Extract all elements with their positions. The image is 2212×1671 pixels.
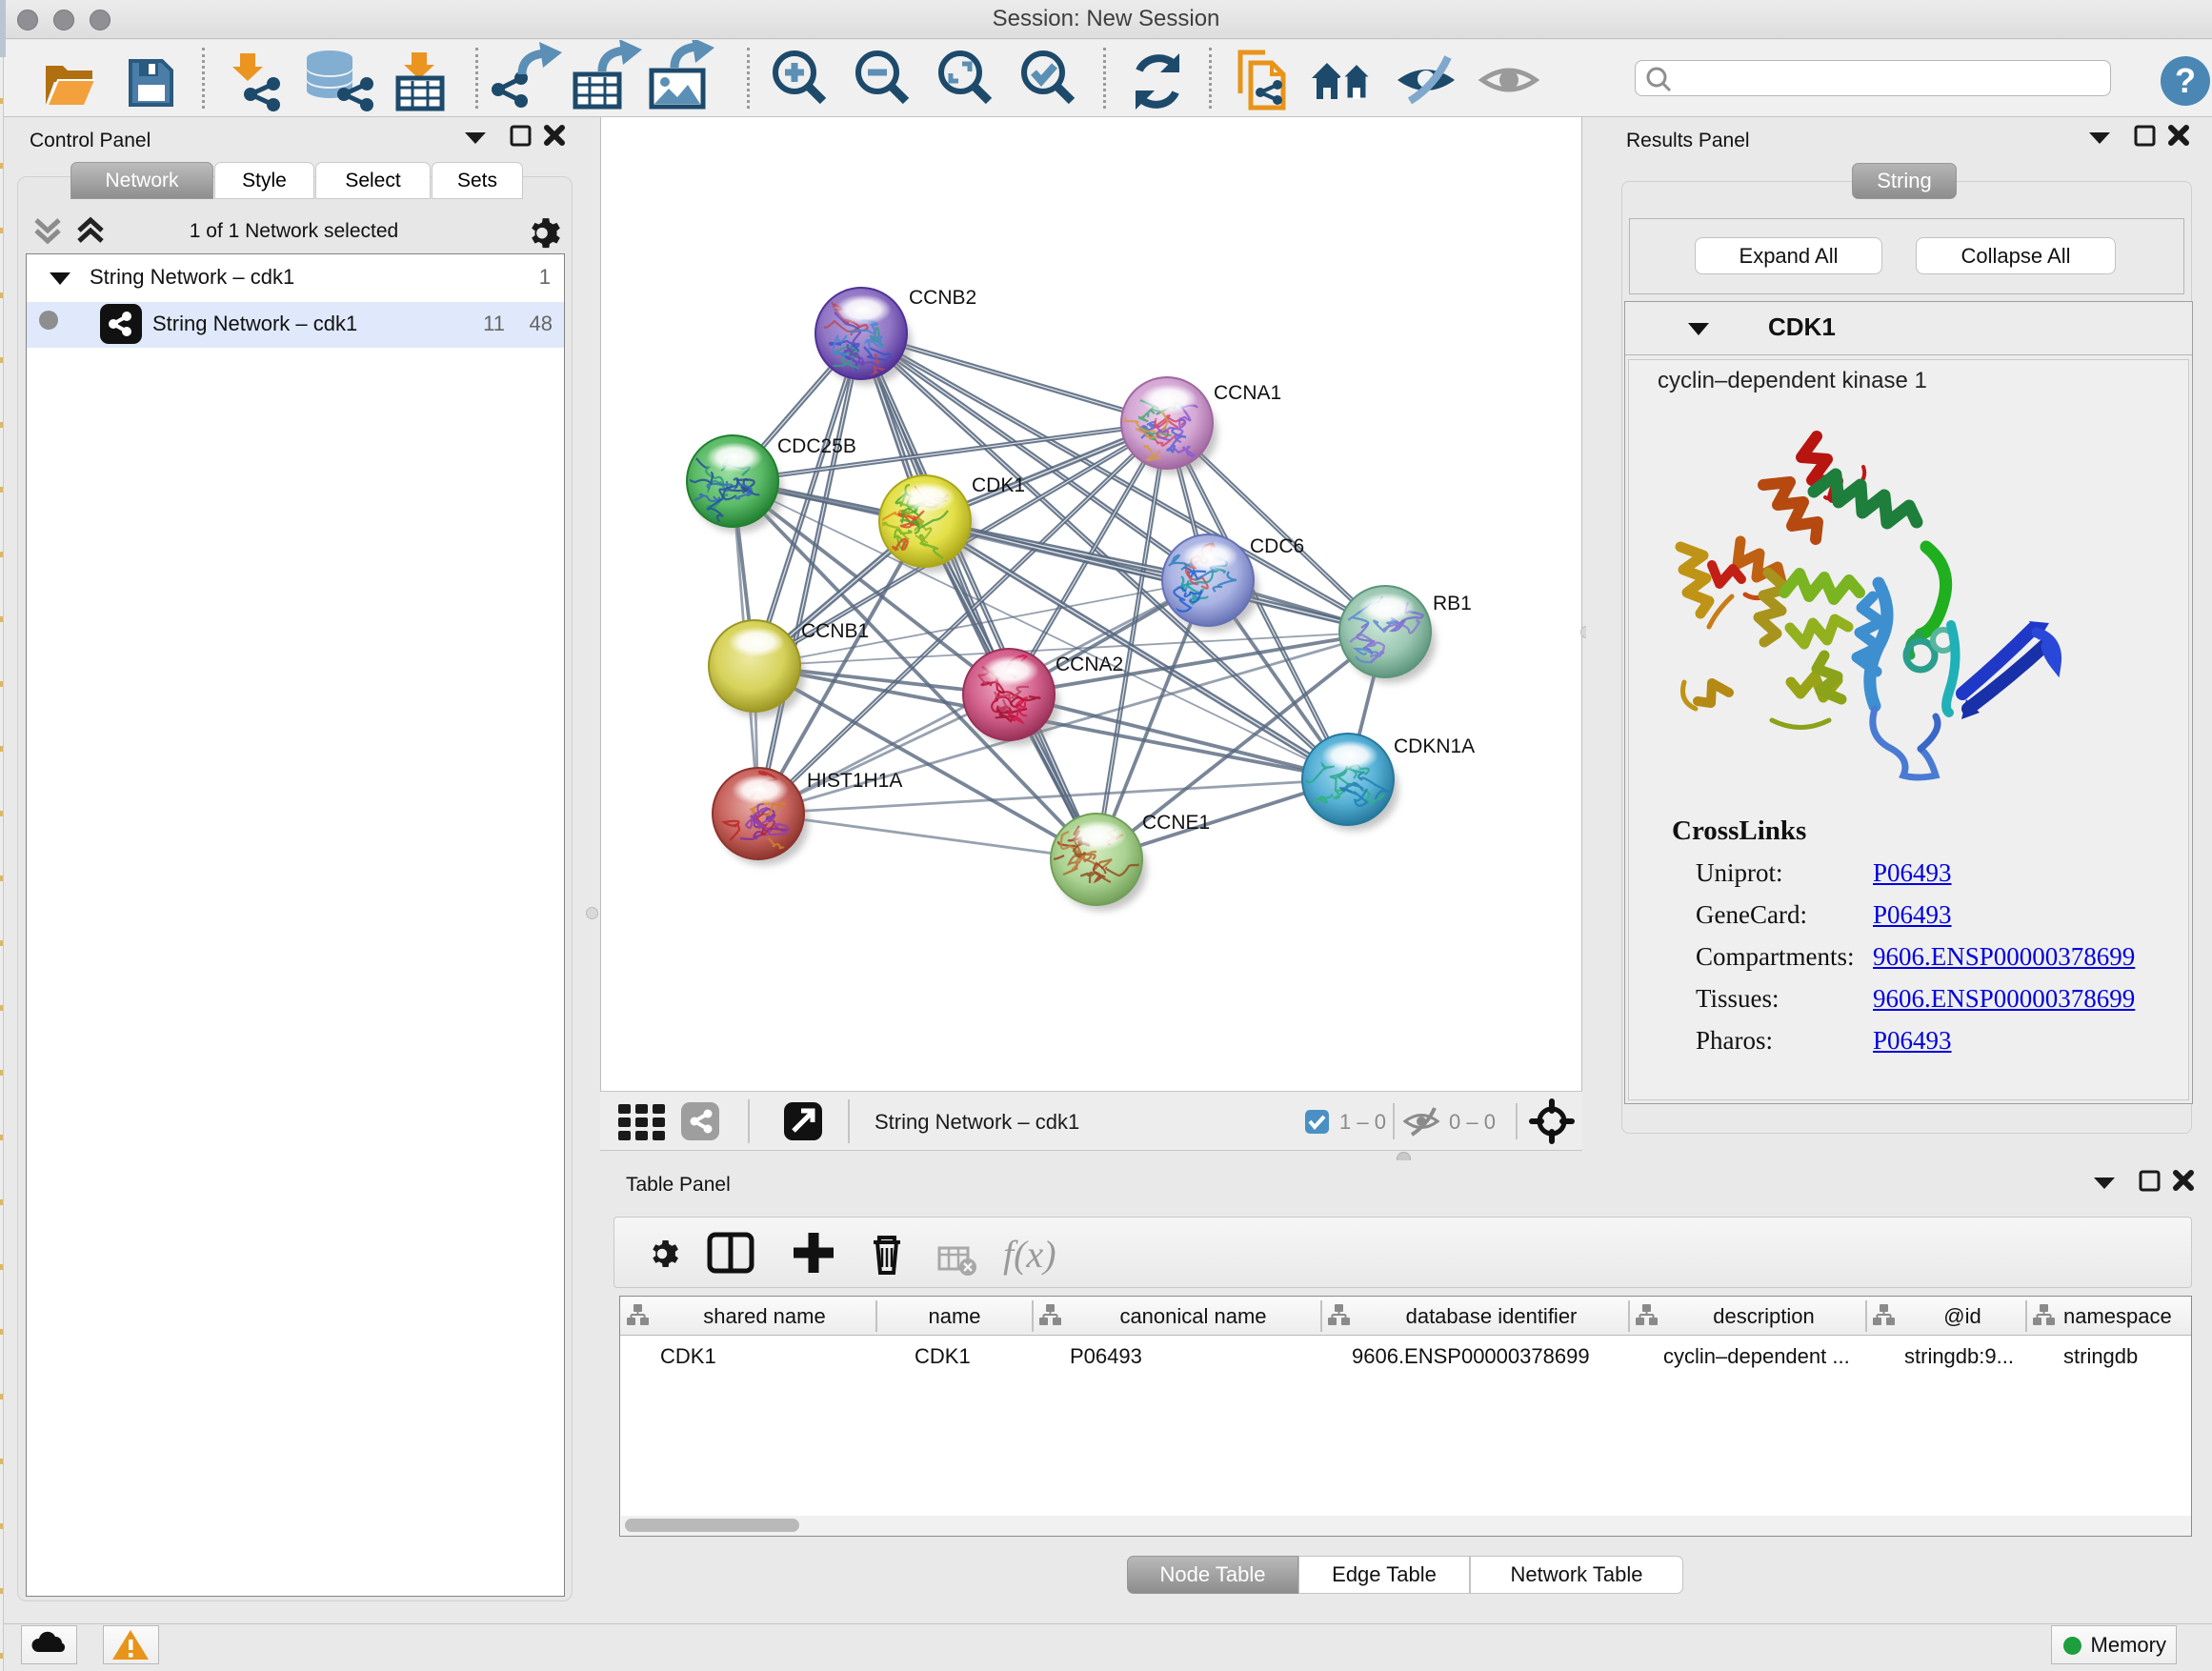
svg-text:CDKN1A: CDKN1A — [1394, 735, 1475, 757]
svg-text:f(x): f(x) — [1003, 1233, 1056, 1276]
svg-text:CDC25B: CDC25B — [777, 435, 856, 457]
svg-text:String Network – cdk1: String Network – cdk1 — [875, 1110, 1079, 1134]
svg-text:1 – 0: 1 – 0 — [1339, 1110, 1386, 1134]
svg-text:namespace: namespace — [2063, 1304, 2172, 1328]
svg-text:@id: @id — [1943, 1304, 1981, 1328]
svg-text:shared name: shared name — [703, 1304, 825, 1328]
svg-text:CCNA1: CCNA1 — [1214, 382, 1281, 404]
svg-text:HIST1H1A: HIST1H1A — [807, 770, 902, 792]
svg-text:canonical name: canonical name — [1119, 1304, 1266, 1328]
svg-text:database identifier: database identifier — [1406, 1304, 1578, 1328]
svg-text:CCNB2: CCNB2 — [909, 287, 976, 309]
svg-text:?: ? — [2175, 61, 2196, 100]
svg-text:RB1: RB1 — [1433, 593, 1472, 614]
svg-text:description: description — [1713, 1304, 1814, 1328]
svg-text:0 – 0: 0 – 0 — [1449, 1110, 1496, 1134]
svg-text:CDK1: CDK1 — [972, 474, 1025, 496]
svg-text:name: name — [928, 1304, 980, 1328]
svg-text:CDC6: CDC6 — [1250, 535, 1304, 557]
svg-text:CCNB1: CCNB1 — [801, 620, 869, 642]
svg-text:CCNE1: CCNE1 — [1142, 812, 1210, 834]
svg-text:CCNA2: CCNA2 — [1056, 654, 1123, 675]
